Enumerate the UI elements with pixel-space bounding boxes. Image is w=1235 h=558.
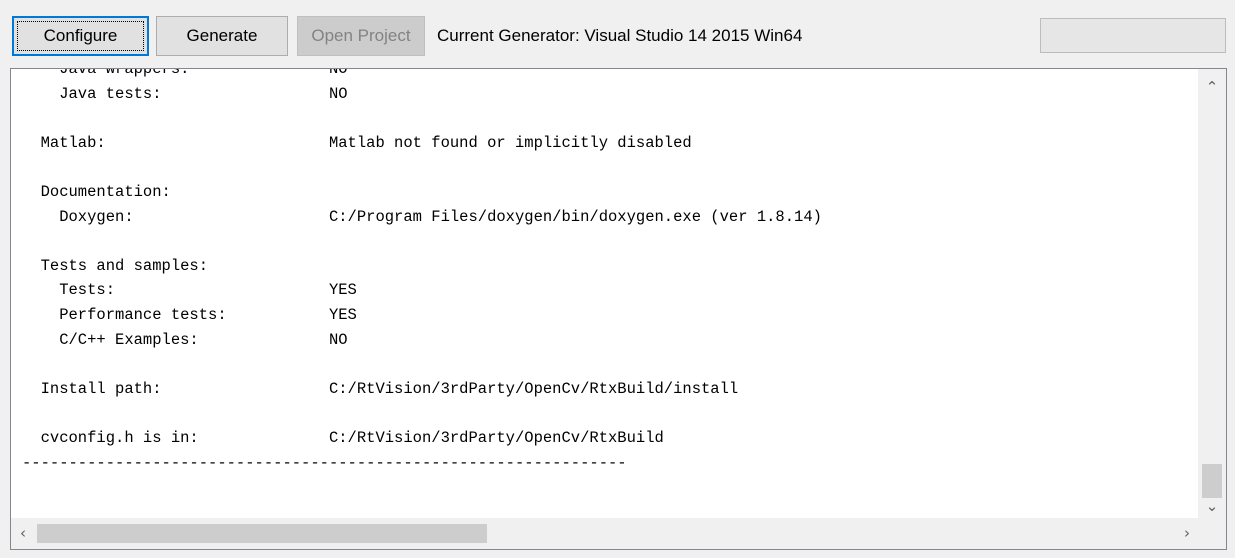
output-log[interactable]: Java wrappers: NO Java tests: NO Matlab:…	[11, 69, 1199, 518]
configure-button-label: Configure	[43, 26, 118, 45]
generate-button[interactable]: Generate	[156, 16, 288, 56]
horizontal-scroll-thumb[interactable]	[37, 524, 487, 543]
scrollbar-corner	[1198, 518, 1226, 549]
configure-button[interactable]: Configure	[12, 16, 149, 56]
chevron-down-icon[interactable]: ⌄	[1204, 498, 1220, 514]
output-line: Matlab: Matlab not found or implicitly d…	[22, 133, 692, 152]
output-line: Java wrappers: NO	[22, 69, 348, 78]
chevron-left-icon[interactable]: ‹	[15, 525, 31, 541]
open-project-button-label: Open Project	[311, 26, 411, 45]
output-lines: Java wrappers: NO Java tests: NO Matlab:…	[22, 69, 822, 518]
output-line: Performance tests: YES	[22, 305, 357, 324]
vertical-scrollbar[interactable]: ⌃ ⌄	[1198, 69, 1226, 518]
vertical-scroll-thumb[interactable]	[1202, 464, 1222, 498]
output-line: Java tests: NO	[22, 84, 348, 103]
output-line: Documentation:	[22, 182, 171, 201]
output-panel: Java wrappers: NO Java tests: NO Matlab:…	[10, 68, 1227, 550]
toolbar: Configure Generate Open Project Current …	[0, 0, 1235, 68]
output-line: Install path: C:/RtVision/3rdParty/OpenC…	[22, 379, 739, 398]
chevron-up-icon[interactable]: ⌃	[1204, 79, 1220, 95]
output-line: Tests: YES	[22, 281, 357, 300]
output-line: Doxygen: C:/Program Files/doxygen/bin/do…	[22, 207, 822, 226]
generate-button-label: Generate	[186, 26, 258, 45]
output-line: ----------------------------------------…	[22, 453, 627, 472]
output-line: C/C++ Examples: NO	[22, 330, 348, 349]
current-generator-label: Current Generator: Visual Studio 14 2015…	[437, 26, 803, 45]
output-line: cvconfig.h is in: C:/RtVision/3rdParty/O…	[22, 428, 664, 447]
chevron-right-icon[interactable]: ›	[1179, 525, 1195, 541]
progress-bar	[1040, 18, 1226, 53]
horizontal-scrollbar[interactable]: ‹ ›	[11, 518, 1199, 549]
open-project-button[interactable]: Open Project	[297, 16, 425, 56]
output-line: Tests and samples:	[22, 256, 209, 275]
